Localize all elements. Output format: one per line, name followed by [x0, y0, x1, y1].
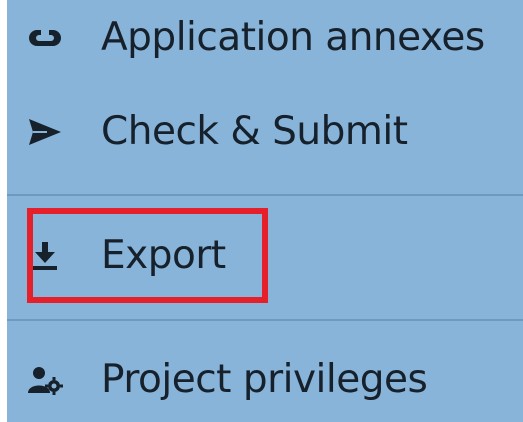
menu-item-check-submit[interactable]: Check & Submit — [7, 87, 523, 177]
send-icon — [25, 112, 65, 152]
menu-item-project-privileges[interactable]: Project privileges — [7, 335, 523, 422]
side-menu: Application annexes Check & Submit Expor… — [7, 0, 523, 422]
user-settings-icon — [25, 360, 65, 400]
link-icon — [25, 18, 65, 58]
download-icon — [25, 236, 65, 276]
menu-item-label: Application annexes — [101, 15, 485, 60]
menu-item-label: Project privileges — [101, 357, 428, 402]
menu-item-export[interactable]: Export — [7, 211, 523, 301]
menu-item-label: Check & Submit — [101, 109, 408, 154]
menu-divider — [7, 194, 523, 196]
menu-item-application-annexes[interactable]: Application annexes — [7, 0, 523, 83]
menu-divider — [7, 319, 523, 321]
menu-item-label: Export — [101, 233, 226, 278]
